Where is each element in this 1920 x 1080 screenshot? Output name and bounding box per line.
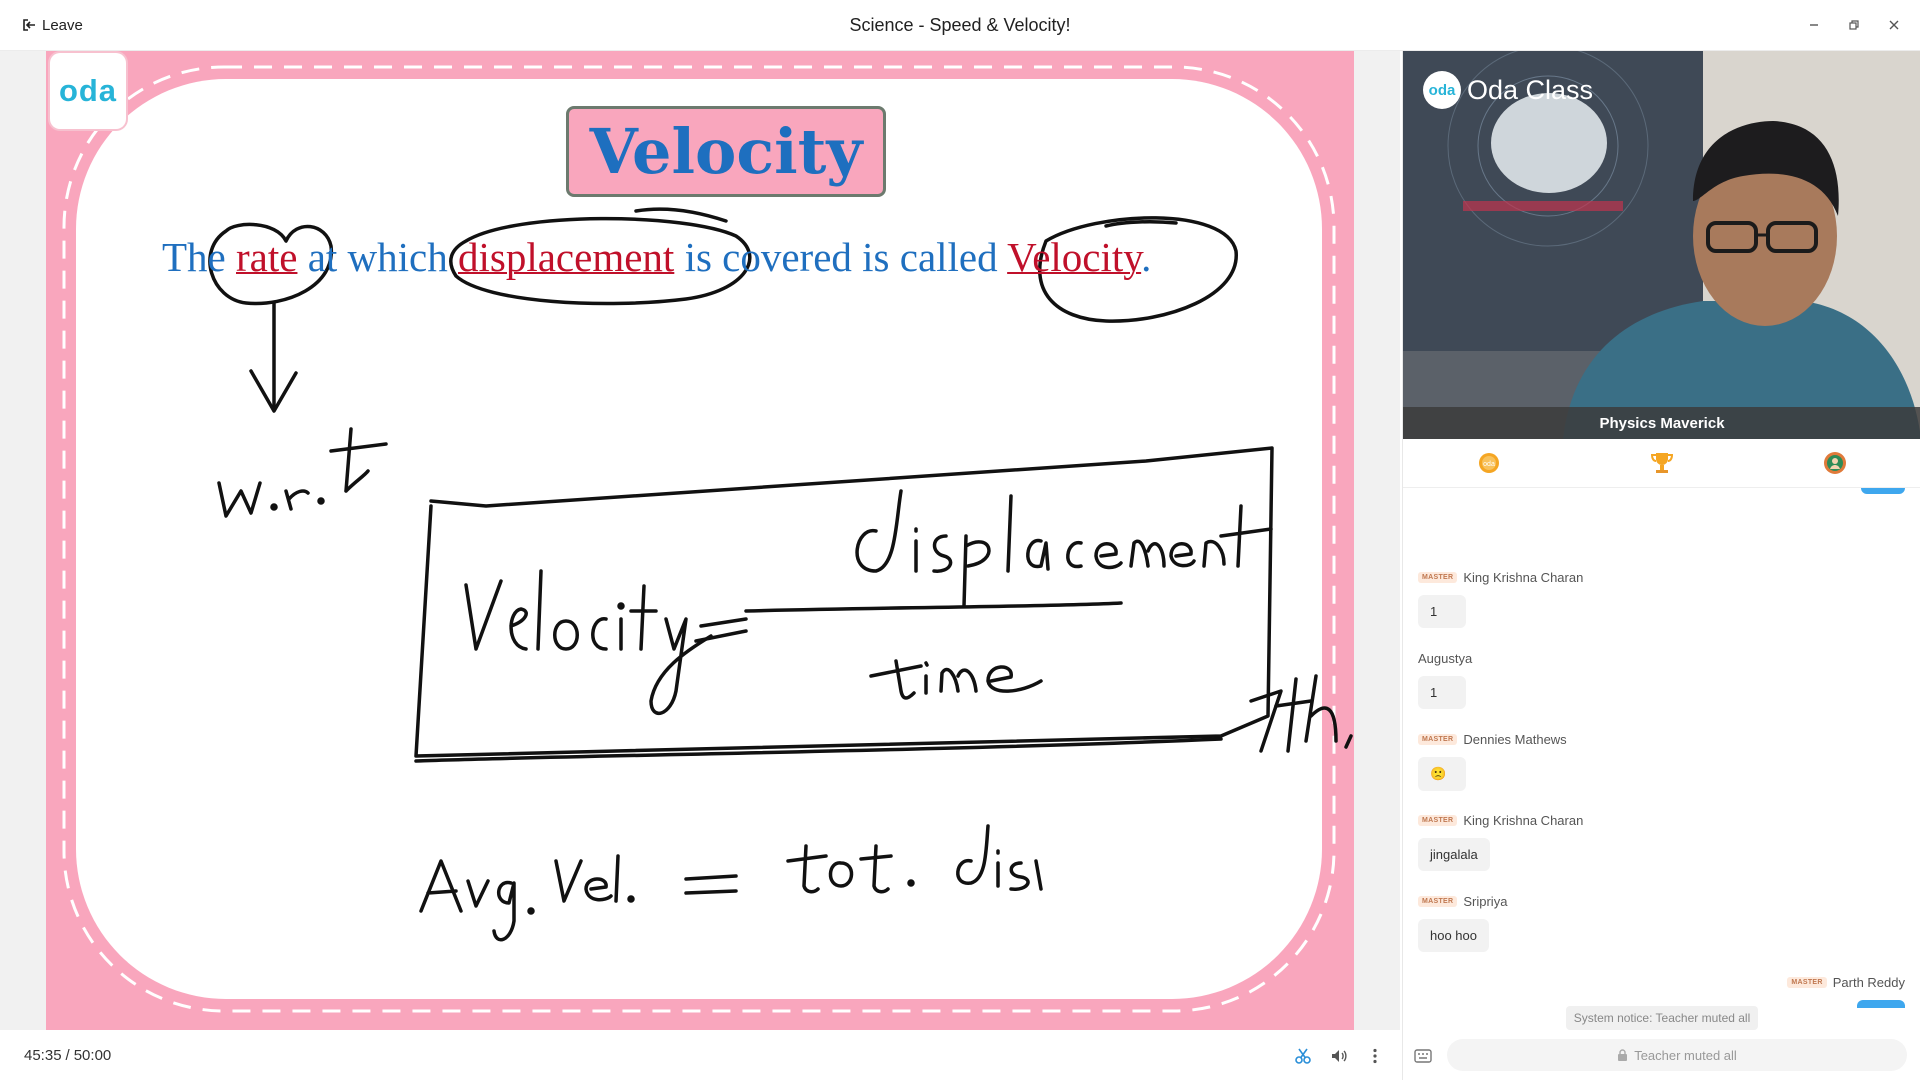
clip-button[interactable] xyxy=(1290,1043,1316,1069)
whiteboard-drawing xyxy=(62,65,1353,1013)
tab-leaderboard[interactable] xyxy=(1642,443,1682,483)
keyword-displacement: displacement xyxy=(458,234,675,280)
master-badge: MASTER xyxy=(1418,815,1458,826)
tab-profile[interactable] xyxy=(1815,443,1855,483)
volume-button[interactable] xyxy=(1326,1043,1352,1069)
teacher-video: oda Oda Class Physics Maverick xyxy=(1403,51,1920,439)
keyword-velocity: Velocity xyxy=(1007,234,1142,280)
message-bubble: jingalala xyxy=(1418,838,1490,871)
elapsed-time: 45:35 xyxy=(24,1047,62,1064)
definition-text: The rate at which displacement is covere… xyxy=(162,233,1151,281)
chat-message: MASTER Dennies Mathews 🙁 xyxy=(1418,732,1567,791)
oda-logo: oda xyxy=(50,53,126,129)
restore-button[interactable] xyxy=(1843,14,1865,36)
definition-part: . xyxy=(1141,234,1152,280)
message-author: Parth Reddy xyxy=(1832,975,1905,990)
player-bar: 45:35/50:00 xyxy=(0,1031,1400,1080)
close-button[interactable] xyxy=(1883,14,1905,36)
message-author: Augustya xyxy=(1418,651,1473,666)
message-author: King Krishna Charan xyxy=(1463,570,1584,585)
message-bubble: 1 xyxy=(1418,595,1466,628)
message-bubble: hoo hoo xyxy=(1418,919,1489,952)
playback-time: 45:35/50:00 xyxy=(24,1047,111,1064)
chat-message: MASTER Sripriya hoo hoo xyxy=(1418,894,1507,952)
minimize-icon xyxy=(1810,24,1818,26)
master-badge: MASTER xyxy=(1418,734,1458,745)
video-frame xyxy=(1403,51,1920,439)
time-separator: / xyxy=(65,1047,70,1064)
definition-part: is covered is called xyxy=(674,234,1008,280)
previous-message-bubble xyxy=(1861,488,1905,494)
svg-text:oda: oda xyxy=(1483,461,1495,468)
slide-heading: Velocity xyxy=(566,106,886,197)
message-author: Dennies Mathews xyxy=(1463,732,1567,747)
lock-icon xyxy=(1618,1049,1628,1061)
oda-brand-icon: oda xyxy=(1423,71,1461,109)
minimize-button[interactable] xyxy=(1803,14,1825,36)
oda-coin-icon: oda xyxy=(1479,453,1500,473)
master-badge: MASTER xyxy=(1418,572,1458,583)
system-notice-text: System notice: Teacher muted all xyxy=(1565,1006,1759,1030)
video-brand: oda Oda Class xyxy=(1423,71,1593,109)
message-bubble: 🙁 xyxy=(1418,757,1466,791)
chat-list[interactable]: MASTER King Krishna Charan 1 Augustya 1 M… xyxy=(1403,488,1920,1008)
message-bubble: 1 xyxy=(1418,676,1466,709)
more-options-button[interactable] xyxy=(1362,1043,1388,1069)
whiteboard-slide: oda Velocity The rate at which displacem… xyxy=(46,51,1354,1030)
close-icon xyxy=(1889,20,1899,30)
more-vertical-icon xyxy=(1373,1048,1377,1064)
medal-avatar-icon xyxy=(1823,452,1846,474)
chat-message-own: MASTERParth Reddy 1 xyxy=(1787,975,1905,1008)
message-author: Sripriya xyxy=(1463,894,1508,909)
restore-icon xyxy=(1849,20,1859,30)
trophy-icon xyxy=(1650,453,1673,473)
chat-input-disabled[interactable]: Teacher muted all xyxy=(1447,1039,1907,1071)
definition-part: at which xyxy=(297,234,458,280)
title-bar: Leave Science - Speed & Velocity! xyxy=(0,0,1920,51)
side-panel: oda Oda Class Physics Maverick oda MASTE… xyxy=(1402,51,1920,1080)
message-author: King Krishna Charan xyxy=(1463,813,1584,828)
master-badge: MASTER xyxy=(1418,896,1458,907)
panel-tabs: oda xyxy=(1403,439,1920,488)
tab-coins[interactable]: oda xyxy=(1469,443,1509,483)
brand-text: Oda Class xyxy=(1467,74,1594,105)
master-badge: MASTER xyxy=(1787,977,1827,988)
chat-message: MASTER King Krishna Charan jingalala xyxy=(1418,813,1583,871)
scissors-icon xyxy=(1295,1048,1311,1064)
chat-input-placeholder: Teacher muted all xyxy=(1634,1047,1737,1063)
quick-reply-icon[interactable] xyxy=(1413,1046,1433,1066)
keyword-rate: rate xyxy=(236,234,298,280)
teacher-name: Physics Maverick xyxy=(1403,407,1920,439)
chat-message: MASTER King Krishna Charan 1 xyxy=(1418,570,1583,628)
definition-part: The xyxy=(162,234,236,280)
chat-message: Augustya 1 xyxy=(1418,651,1472,709)
system-notice: System notice: Teacher muted all xyxy=(1403,1006,1920,1030)
volume-icon xyxy=(1332,1050,1347,1062)
chat-composer: Teacher muted all xyxy=(1403,1031,1920,1080)
total-time: 50:00 xyxy=(73,1047,112,1064)
window-title: Science - Speed & Velocity! xyxy=(849,15,1071,35)
